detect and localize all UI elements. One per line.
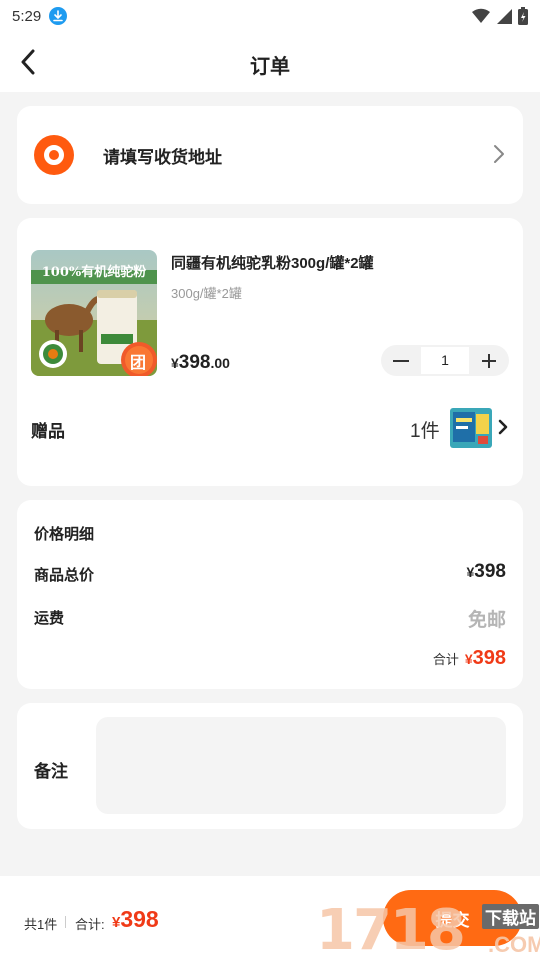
location-pin-icon — [34, 135, 74, 175]
plus-icon — [482, 353, 496, 368]
note-card: 备注 — [17, 703, 523, 829]
goods-total-amount: 398 — [474, 561, 506, 582]
quantity-value[interactable]: 1 — [421, 347, 469, 374]
bottom-bar: 共1件 合计: ¥398 提交 — [0, 876, 540, 960]
note-label: 备注 — [34, 762, 68, 781]
price-detail-title: 价格明细 — [34, 526, 95, 543]
goods-total-label: 商品总价 — [34, 567, 95, 584]
quantity-stepper: 1 — [381, 345, 509, 376]
total-value: ¥398 — [112, 906, 159, 933]
goods-total-value: ¥398 — [467, 561, 507, 583]
product-spec: 300g/罐*2罐 — [171, 286, 242, 301]
sum-label: 合计 — [432, 652, 459, 667]
price-currency: ¥ — [171, 355, 179, 371]
total-amount: 398 — [120, 906, 159, 932]
minus-icon — [393, 359, 409, 362]
note-input[interactable] — [96, 717, 506, 814]
shipping-label: 运费 — [34, 610, 65, 627]
wifi-icon — [472, 8, 490, 23]
price-detail-card: 价格明细 商品总价 ¥398 运费 免邮 合计 ¥398 — [17, 500, 523, 689]
chevron-right-icon[interactable] — [498, 418, 508, 436]
product-price: ¥398.00 — [171, 352, 230, 374]
signal-icon — [497, 9, 512, 24]
product-image-banner: 100%有机纯驼粉 — [41, 265, 147, 280]
price-integer: 398 — [178, 352, 211, 373]
battery-icon — [518, 7, 528, 25]
chevron-right-icon — [494, 145, 504, 163]
group-badge: 团 — [130, 355, 147, 372]
status-time: 5:29 — [12, 7, 42, 25]
increase-button[interactable] — [469, 345, 509, 376]
sum-currency: ¥ — [464, 651, 473, 667]
product-card: 100%有机纯驼粉 团 同疆有机纯驼乳粉300g/罐*2罐 300g/罐*2罐 … — [17, 218, 523, 486]
shipping-value: 免邮 — [467, 610, 506, 631]
submit-button[interactable]: 提交 — [383, 890, 522, 946]
page-title: 订单 — [250, 56, 290, 78]
product-name: 同疆有机纯驼乳粉300g/罐*2罐 — [171, 255, 374, 272]
total-label: 合计: — [75, 917, 105, 932]
item-count: 共1件 — [24, 917, 58, 932]
sum-value: 398 — [472, 647, 506, 669]
gift-label: 赠品 — [31, 422, 65, 441]
price-sum: 合计 ¥398 — [433, 647, 506, 670]
gift-image[interactable] — [450, 408, 492, 448]
nav-bar: 订单 — [0, 32, 540, 92]
address-card[interactable]: 请填写收货地址 — [17, 106, 523, 204]
gift-count: 1件 — [410, 421, 440, 442]
download-icon — [49, 7, 68, 25]
decrease-button[interactable] — [381, 345, 421, 376]
divider — [65, 916, 66, 928]
product-image[interactable]: 100%有机纯驼粉 团 — [31, 250, 157, 376]
price-decimal: .00 — [210, 355, 230, 371]
address-placeholder: 请填写收货地址 — [103, 148, 222, 167]
status-bar: 5:29 — [0, 0, 540, 32]
